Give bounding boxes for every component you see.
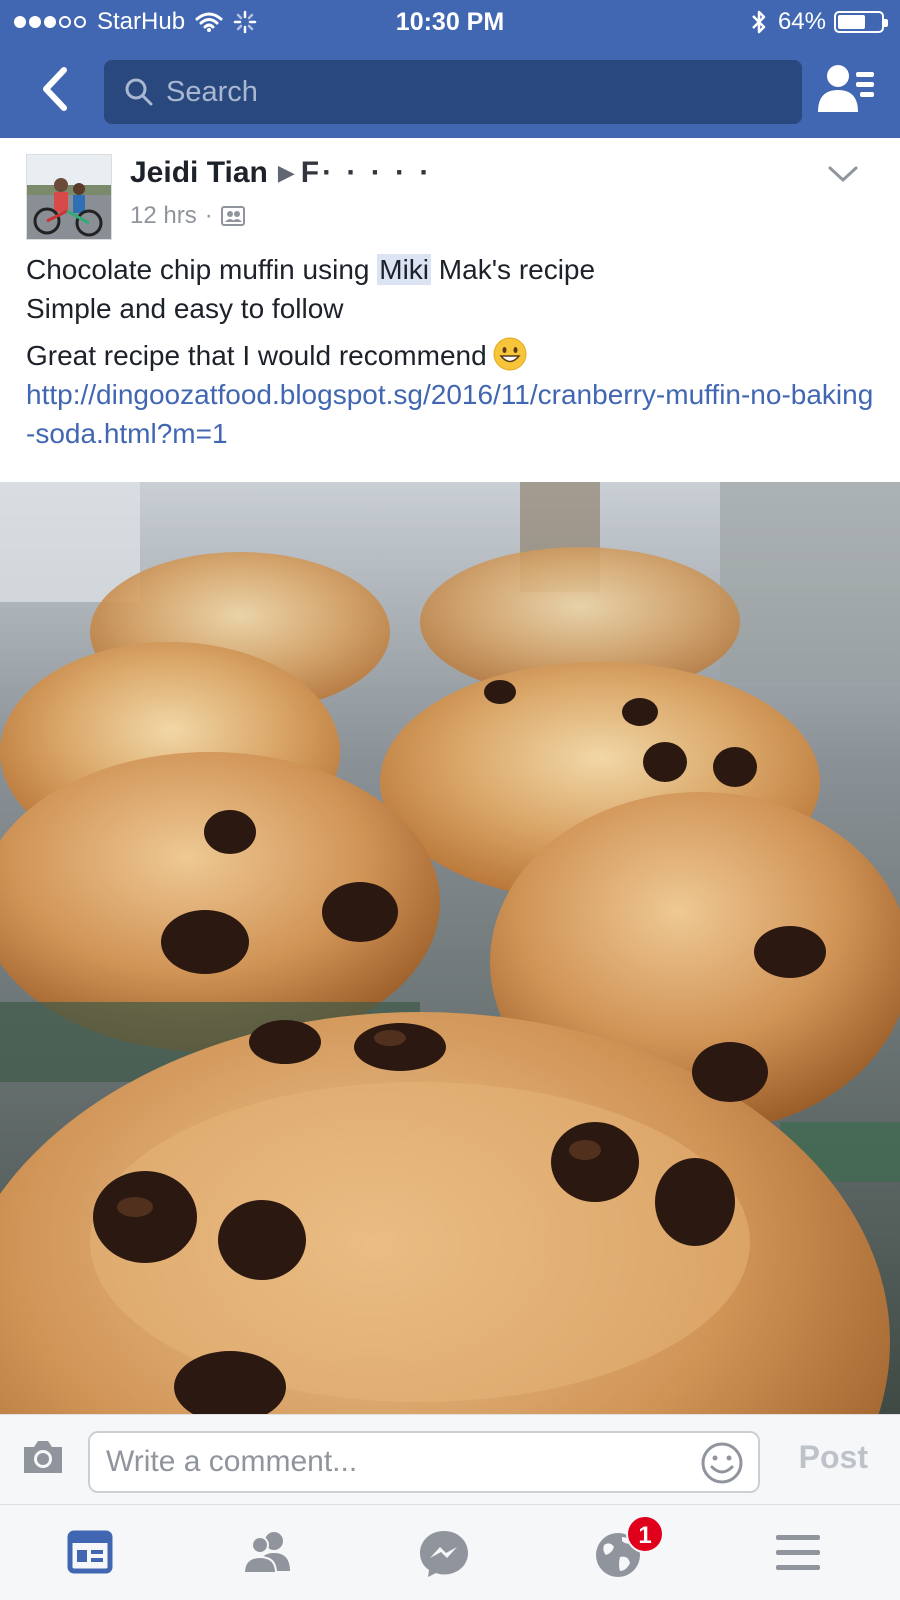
post-line-2: Simple and easy to follow xyxy=(26,293,344,324)
post-body: Chocolate chip muffin using Miki Mak's r… xyxy=(26,250,876,453)
status-bar: StarHub 10:30 PM 64% xyxy=(0,0,900,44)
post-header: Jeidi Tian ▶ F· · · · · 12 hrs · xyxy=(0,138,900,240)
author-avatar[interactable] xyxy=(26,154,112,240)
target-group-name[interactable]: F· · · · · xyxy=(301,156,433,190)
post-time[interactable]: 12 hrs xyxy=(130,202,197,230)
news-feed-icon[interactable] xyxy=(60,1525,120,1581)
post-meta: 12 hrs · xyxy=(130,202,245,230)
post-line-3-text: Great recipe that I would recommend xyxy=(26,340,487,371)
mention-highlight[interactable]: Miki xyxy=(377,254,432,285)
post-link[interactable]: http://dingoozatfood.blogspot.sg/2016/11… xyxy=(26,375,876,453)
post-line-1: Chocolate chip muffin using Miki Mak's r… xyxy=(26,250,876,289)
friend-requests-icon[interactable] xyxy=(816,62,876,118)
post-line-1-after: Mak's recipe xyxy=(431,254,596,285)
author-name[interactable]: Jeidi Tian xyxy=(130,156,268,190)
status-right: 64% xyxy=(750,8,888,36)
avatar-photo xyxy=(27,155,111,239)
author-line: Jeidi Tian ▶ F· · · · · xyxy=(130,156,432,190)
post-line-1-before: Chocolate chip muffin using xyxy=(26,254,378,285)
meta-separator: · xyxy=(204,202,213,229)
shared-to-arrow-icon: ▶ xyxy=(277,160,295,185)
messenger-icon[interactable] xyxy=(414,1525,474,1581)
back-chevron-icon[interactable] xyxy=(34,64,78,114)
search-input[interactable]: Search xyxy=(104,60,802,124)
bluetooth-icon xyxy=(752,10,766,34)
chevron-down-icon[interactable] xyxy=(826,162,860,186)
post-line-3: Great recipe that I would recommend xyxy=(26,336,876,375)
battery-icon xyxy=(834,11,888,33)
search-placeholder: Search xyxy=(166,75,258,108)
search-icon xyxy=(125,78,153,106)
comment-input[interactable]: Write a comment... xyxy=(88,1431,760,1493)
comment-placeholder: Write a comment... xyxy=(106,1445,358,1478)
camera-icon[interactable] xyxy=(20,1437,66,1477)
bottom-tab-bar: 1 xyxy=(0,1504,900,1600)
battery-fill xyxy=(838,15,865,29)
top-bar: StarHub 10:30 PM 64% Search xyxy=(0,0,900,138)
post-photo[interactable] xyxy=(0,482,900,1414)
notification-badge: 1 xyxy=(626,1515,664,1553)
hamburger-menu-icon[interactable] xyxy=(768,1525,828,1581)
nav-row: Search xyxy=(0,52,900,132)
comment-bar: Write a comment... Post xyxy=(0,1414,900,1504)
notifications-tab[interactable]: 1 xyxy=(592,1515,664,1581)
muffins-photo xyxy=(0,482,900,1414)
smiley-icon[interactable] xyxy=(700,1441,744,1485)
audience-group-icon xyxy=(220,206,245,226)
friends-icon[interactable] xyxy=(238,1525,298,1581)
battery-percent: 64% xyxy=(777,8,826,35)
post-comment-button[interactable]: Post xyxy=(799,1439,868,1476)
grinning-emoji-icon xyxy=(493,337,527,371)
